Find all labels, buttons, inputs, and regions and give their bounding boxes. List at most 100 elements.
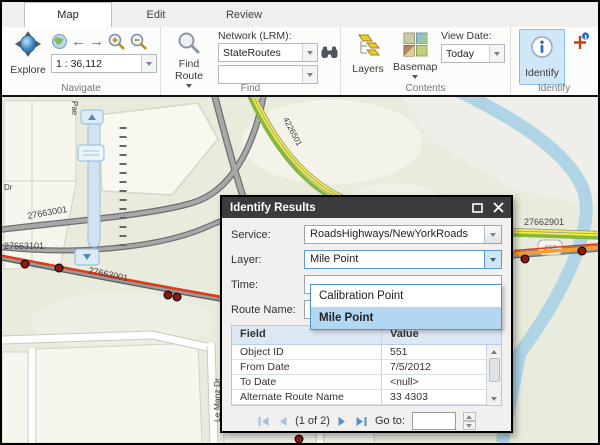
find-route-label-2: Route [168, 70, 210, 82]
layers-icon [355, 32, 381, 58]
ribbon-tabstrip: Map Edit Review [2, 2, 598, 27]
previous-record-button[interactable] [277, 415, 288, 428]
spinner-down-button[interactable] [463, 421, 476, 430]
previous-extent-icon[interactable]: ← [71, 33, 86, 50]
network-dropdown-arrow[interactable] [302, 44, 317, 61]
value-cell: 33 4303 [382, 390, 486, 404]
dialog-title: Identify Results [230, 202, 316, 214]
tab-review[interactable]: Review [200, 2, 288, 27]
table-row[interactable]: Alternate Route Name 33 4303 [232, 390, 486, 405]
layer-value: Mile Point [305, 251, 484, 268]
zoom-in-icon[interactable] [107, 32, 126, 51]
dialog-titlebar[interactable]: Identify Results [222, 197, 511, 218]
record-pager: (1 of 2) Go to: [231, 412, 502, 430]
view-date-value: Today [442, 48, 489, 60]
road-label-right: 27662901 [524, 217, 564, 227]
zoom-out-icon[interactable] [129, 32, 148, 51]
map-scale-value: 1 : 36,112 [52, 58, 141, 70]
next-extent-icon[interactable]: → [89, 33, 104, 50]
identify-results-dialog: Identify Results Service: RoadsHighways/… [220, 195, 513, 433]
group-navigate: Explore ← → [2, 27, 161, 95]
table-scrollbar[interactable] [486, 345, 501, 405]
tab-edit[interactable]: Edit [112, 2, 200, 27]
layers-label: Layers [349, 63, 387, 75]
basemap-icon [403, 32, 428, 57]
crosshair-info-icon[interactable] [572, 32, 590, 50]
value-cell: <null> [382, 375, 486, 389]
map-scale-combobox[interactable]: 1 : 36,112 [51, 54, 157, 73]
value-cell: 551 [382, 345, 486, 359]
land-patch [242, 100, 422, 184]
identify-icon [530, 35, 554, 59]
scrollbar-thumb[interactable] [489, 358, 500, 382]
field-cell: Alternate Route Name [232, 390, 382, 404]
table-row[interactable]: Object ID 551 [232, 345, 486, 360]
basemap-button[interactable]: Basemap [393, 32, 437, 79]
service-combobox[interactable]: RoadsHighways/NewYorkRoads [304, 225, 502, 244]
street-label-dr: Dr [4, 183, 13, 192]
group-contents: Layers Basemap View Date: Today Con [341, 27, 511, 95]
service-label: Service: [231, 229, 304, 241]
maximize-button[interactable] [469, 201, 485, 215]
table-row[interactable]: To Date <null> [232, 375, 486, 390]
view-date-combobox[interactable]: Today [441, 44, 505, 63]
network-combobox[interactable]: StateRoutes [218, 43, 318, 62]
group-label-identify: Identify [511, 83, 597, 94]
street-label-p: Pae [70, 101, 79, 116]
attribute-table: Field Value Object ID 551 From Date [231, 325, 502, 406]
explore-button[interactable]: Explore [8, 30, 48, 76]
binoculars-search-icon[interactable] [321, 45, 338, 60]
layers-button[interactable]: Layers [349, 32, 387, 75]
scroll-up-button[interactable] [487, 345, 501, 358]
dropdown-option-calibration-point[interactable]: Calibration Point [311, 285, 501, 307]
basemap-dropdown-caret [412, 75, 418, 79]
layer-combobox[interactable]: Mile Point [304, 250, 502, 269]
city-block [2, 352, 28, 443]
field-cell: From Date [232, 360, 382, 374]
first-record-button[interactable] [257, 415, 270, 428]
find-route-button[interactable]: Find Route [168, 31, 210, 88]
spinner-up-button[interactable] [463, 412, 476, 421]
dropdown-option-mile-point[interactable]: Mile Point [311, 307, 501, 329]
goto-record-input[interactable] [412, 412, 456, 430]
scroll-down-button[interactable] [487, 392, 501, 405]
page-indicator: (1 of 2) [295, 415, 330, 427]
map-view: 490 27663001 27663101 27663001 [2, 95, 598, 443]
goto-spinner [463, 412, 476, 430]
find-route-magnifier-icon [177, 31, 201, 55]
group-find: Find Route Network (LRM): StateRoutes Fi… [161, 27, 341, 95]
service-dropdown-arrow[interactable] [484, 226, 501, 243]
table-row[interactable]: From Date 7/5/2012 [232, 360, 486, 375]
field-cell: To Date [232, 375, 382, 389]
basemap-label: Basemap [393, 61, 437, 73]
find-route-label-1: Find [168, 58, 210, 70]
tab-map[interactable]: Map [24, 2, 112, 27]
layer-dropdown-list: Calibration Point Mile Point [310, 284, 502, 330]
close-button[interactable] [490, 201, 506, 215]
map-scale-dropdown-arrow[interactable] [141, 55, 156, 72]
table-rows: Object ID 551 From Date 7/5/2012 To Date… [232, 345, 486, 405]
full-extent-globe-icon[interactable] [51, 33, 68, 50]
identify-label: Identify [525, 67, 559, 79]
route-combobox[interactable] [218, 65, 318, 84]
network-lrm-label: Network (LRM): [218, 30, 292, 42]
road-label-left-lower: 27663101 [4, 241, 44, 251]
slider-track[interactable] [88, 112, 100, 247]
layer-dropdown-arrow[interactable] [484, 251, 501, 268]
view-date-label: View Date: [441, 30, 492, 42]
group-identify: Identify Identify [511, 27, 597, 95]
service-value: RoadsHighways/NewYorkRoads [305, 226, 484, 243]
view-date-dropdown-arrow[interactable] [489, 45, 504, 62]
group-label-find: Find [161, 83, 340, 94]
field-cell: Object ID [232, 345, 382, 359]
time-label: Time: [231, 279, 304, 291]
route-dropdown-arrow[interactable] [302, 66, 317, 83]
close-icon [493, 202, 504, 213]
network-value: StateRoutes [219, 47, 302, 59]
layer-label: Layer: [231, 254, 304, 266]
slider-thumb[interactable] [78, 145, 104, 161]
explore-label: Explore [8, 64, 48, 76]
identify-button[interactable]: Identify [519, 29, 565, 85]
last-record-button[interactable] [355, 415, 368, 428]
next-record-button[interactable] [337, 415, 348, 428]
